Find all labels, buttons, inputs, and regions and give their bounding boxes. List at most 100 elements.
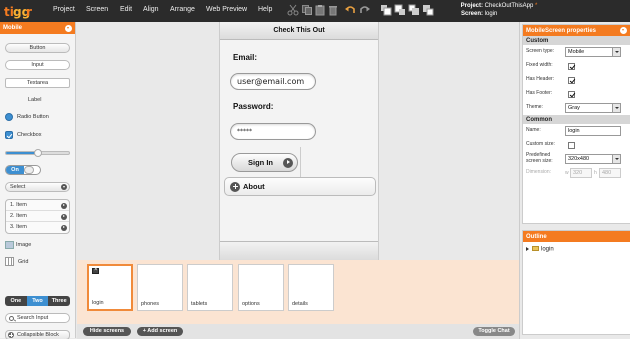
screens-strip: login phones tablets options details (77, 260, 519, 324)
toggle-chat-button[interactable]: Toggle Chat (473, 327, 515, 336)
screen-type-select[interactable]: Mobile (565, 47, 621, 57)
radio-icon (5, 113, 13, 121)
palette-radio[interactable]: Radio Button (17, 114, 49, 120)
palette-header[interactable]: Mobile (0, 22, 75, 34)
slider-knob[interactable] (33, 149, 42, 157)
menu-project[interactable]: Project (53, 6, 75, 13)
fixed-width-checkbox[interactable] (568, 63, 575, 70)
navbar-item-two[interactable]: Two (26, 296, 49, 306)
bring-forward-icon[interactable] (394, 4, 406, 16)
width-input[interactable]: 320 (570, 168, 592, 178)
app-logo: ti gg r (3, 2, 33, 20)
common-section-header[interactable]: Common (523, 115, 630, 124)
palette-slider[interactable] (5, 149, 70, 157)
screen-thumb-login[interactable]: login (87, 264, 133, 311)
screen-thumb-label: options (242, 301, 260, 307)
menu-arrange[interactable]: Arrange (170, 6, 195, 13)
design-canvas[interactable]: Check This Out Email: user@email.com Pas… (77, 22, 519, 260)
redo-icon[interactable] (359, 4, 371, 16)
palette-search[interactable]: Search Input (5, 313, 70, 323)
prop-fixed-width: Fixed width: (523, 59, 630, 73)
bring-front-icon[interactable] (380, 4, 392, 16)
mobile-screen[interactable]: Check This Out Email: user@email.com Pas… (219, 22, 379, 260)
menu-help[interactable]: Help (258, 6, 272, 13)
navbar-item-three[interactable]: Three (48, 296, 70, 306)
palette-textarea[interactable]: Textarea (5, 78, 70, 88)
has-footer-checkbox[interactable] (568, 91, 575, 98)
prop-name: Name: login (523, 124, 630, 138)
properties-header[interactable]: MobileScreen properties (523, 25, 630, 36)
palette-button[interactable]: Button (5, 43, 70, 53)
chevron-down-icon[interactable] (65, 25, 72, 32)
cut-icon[interactable] (287, 4, 299, 16)
delete-icon[interactable] (327, 4, 339, 16)
palette-input[interactable]: Input (5, 60, 70, 70)
prop-label: Predefined screen size: (526, 152, 553, 164)
screen-header[interactable]: Check This Out (220, 22, 378, 40)
palette-image[interactable]: Image (16, 242, 31, 248)
password-field[interactable]: ***** (230, 123, 316, 140)
height-input[interactable]: 480 (599, 168, 621, 178)
name-input[interactable]: login (565, 126, 621, 136)
has-header-checkbox[interactable] (568, 77, 575, 84)
navbar-item-one[interactable]: One (5, 296, 27, 306)
palette-label[interactable]: Label (28, 97, 41, 103)
screen-thumb-phones[interactable]: phones (137, 264, 183, 311)
expand-icon[interactable] (526, 246, 529, 251)
menu-web-preview[interactable]: Web Preview (206, 6, 247, 13)
menu-edit[interactable]: Edit (120, 6, 132, 13)
about-button[interactable]: About (224, 177, 376, 196)
send-back-icon[interactable] (422, 4, 434, 16)
sign-in-button[interactable]: Sign In (231, 153, 298, 172)
add-screen-button[interactable]: + Add screen (137, 327, 183, 336)
list-item[interactable]: 3. Item (6, 222, 69, 233)
palette-grid[interactable]: Grid (18, 259, 28, 265)
undo-icon[interactable] (344, 4, 356, 16)
close-icon[interactable] (92, 267, 99, 274)
hide-screens-button[interactable]: Hide screens (83, 327, 131, 336)
menu-screen[interactable]: Screen (86, 6, 108, 13)
copy-icon[interactable] (301, 4, 313, 16)
prop-custom-size: Custom size: (523, 138, 630, 152)
predefined-size-select[interactable]: 320x480 (565, 154, 621, 164)
screen-thumb-details[interactable]: details (288, 264, 334, 311)
paste-icon[interactable] (314, 4, 326, 16)
outline-tree-item[interactable]: login (526, 246, 554, 253)
select-value: 320x480 (568, 156, 590, 162)
theme-select[interactable]: Gray (565, 103, 621, 113)
send-backward-icon[interactable] (408, 4, 420, 16)
project-name: CheckOutThisApp (484, 3, 534, 9)
custom-section-header[interactable]: Custom (523, 36, 630, 45)
properties-panel: MobileScreen properties Custom Screen ty… (522, 24, 630, 224)
project-info: Project: CheckOutThisApp * Screen: login (455, 2, 538, 18)
palette-select[interactable]: Select (5, 182, 70, 192)
prop-label: Custom size: (526, 141, 555, 147)
menu-bar: ti gg r Project Screen Edit Align Arrang… (0, 0, 630, 22)
outline-panel: Outline login (522, 230, 630, 335)
screen-thumb-options[interactable]: options (238, 264, 284, 311)
list-item[interactable]: 2. Item (6, 211, 69, 222)
palette-navbar[interactable]: One Two Three (5, 296, 70, 306)
palette-checkbox[interactable]: Checkbox (17, 132, 41, 138)
prop-screen-type: Screen type: Mobile (523, 45, 630, 59)
palette-collapsible[interactable]: Collapsible Block (5, 330, 70, 339)
screen-footer[interactable] (220, 241, 378, 260)
custom-size-checkbox[interactable] (568, 142, 575, 149)
menu-align[interactable]: Align (143, 6, 159, 13)
properties-title: MobileScreen properties (526, 27, 597, 34)
chevron-right-icon (61, 202, 67, 209)
email-field[interactable]: user@email.com (230, 73, 316, 90)
screen-thumb-tablets[interactable]: tablets (187, 264, 233, 311)
list-item[interactable]: 1. Item (6, 200, 69, 211)
palette-toggle[interactable]: On (5, 165, 41, 175)
palette-list[interactable]: 1. Item 2. Item 3. Item (5, 199, 70, 234)
svg-text:r: r (26, 5, 32, 19)
password-label[interactable]: Password: (233, 102, 273, 111)
email-label[interactable]: Email: (233, 53, 257, 62)
outline-header[interactable]: Outline (523, 231, 630, 242)
select-label: Select (10, 184, 26, 190)
chevron-down-icon[interactable] (620, 27, 627, 34)
slider-fill (6, 152, 38, 154)
screen-thumb-label: details (292, 301, 308, 307)
plus-icon (230, 181, 240, 192)
